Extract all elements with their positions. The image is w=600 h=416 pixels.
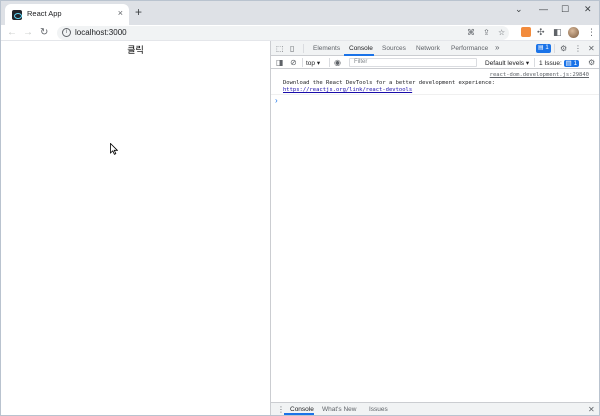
drawer-tab-console[interactable]: Console <box>290 406 314 413</box>
translate-icon[interactable]: ⌘ <box>467 28 475 37</box>
issues-counter[interactable]: 1 Issue: ▤ 1 <box>539 59 580 67</box>
tab-strip: React App × + ⌄ — ☐ ✕ <box>1 1 599 25</box>
forward-icon[interactable]: → <box>23 27 33 39</box>
menu-kebab-icon[interactable]: ⋮ <box>587 27 596 38</box>
page-viewport: 클릭 <box>1 41 270 415</box>
console-prompt-icon[interactable]: › <box>275 96 278 105</box>
browser-toolbar: ← → ↻ i localhost:3000 ⌘ ⇪ ☆ ✣ ◧ ⋮ <box>1 25 599 41</box>
clear-console-icon[interactable]: ⊘ <box>290 58 297 67</box>
dropdown-arrow-icon: ▾ <box>316 60 321 67</box>
filter-placeholder: Filter <box>354 59 368 65</box>
drawer-tab-issues[interactable]: Issues <box>369 406 388 413</box>
divider <box>302 58 303 67</box>
console-message: Download the React DevTools for a better… <box>283 80 591 94</box>
extension-icon[interactable] <box>521 27 531 37</box>
drawer-tab-whats-new[interactable]: What's New <box>322 406 356 413</box>
issues-badge: ▤ 1 <box>563 60 580 67</box>
click-text[interactable]: 클릭 <box>1 43 270 56</box>
reload-icon[interactable]: ↻ <box>40 27 48 39</box>
levels-label: Default levels <box>485 60 525 67</box>
divider <box>534 58 535 67</box>
live-expression-eye-icon[interactable]: ◉ <box>334 58 341 67</box>
context-selector[interactable]: top ▾ <box>306 59 320 67</box>
filter-input[interactable]: Filter <box>349 58 477 67</box>
message-divider <box>271 94 599 95</box>
devtools-tabbar: ⬚ ▯ Elements Console Sources Network Per… <box>271 41 599 56</box>
tab-sources[interactable]: Sources <box>382 45 406 52</box>
issues-count: 1 <box>573 60 578 67</box>
profile-avatar[interactable] <box>568 27 579 38</box>
tab-performance[interactable]: Performance <box>451 45 488 52</box>
back-icon[interactable]: ← <box>7 27 17 39</box>
active-drawer-tab-indicator <box>284 413 314 415</box>
url-text: localhost:3000 <box>75 28 127 37</box>
tab-elements[interactable]: Elements <box>313 45 340 52</box>
messages-badge[interactable]: ▤ 1 <box>536 44 551 53</box>
extensions-puzzle-icon[interactable]: ✣ <box>537 27 545 38</box>
browser-tab[interactable]: React App × <box>5 4 129 25</box>
tab-search-icon[interactable]: ⌄ <box>515 4 523 15</box>
devtools-link[interactable]: https://reactjs.org/link/react-devtools <box>283 87 412 93</box>
tab-title: React App <box>27 9 62 18</box>
devtools-menu-icon[interactable]: ⋮ <box>574 44 582 53</box>
address-bar[interactable]: i localhost:3000 ⌘ ⇪ ☆ <box>57 26 509 40</box>
messages-count: 1 <box>545 45 549 51</box>
tab-console[interactable]: Console <box>349 45 373 52</box>
tab-close-icon[interactable]: × <box>118 8 123 18</box>
maximize-button[interactable]: ☐ <box>561 4 569 15</box>
minimize-button[interactable]: — <box>539 4 548 14</box>
settings-gear-icon[interactable]: ⚙ <box>560 44 567 53</box>
divider <box>303 44 304 53</box>
devtools-panel: ⬚ ▯ Elements Console Sources Network Per… <box>270 41 599 415</box>
dropdown-arrow-icon: ▾ <box>525 60 530 67</box>
inspect-element-icon[interactable]: ⬚ <box>276 44 284 53</box>
device-toolbar-icon[interactable]: ▯ <box>290 44 294 53</box>
bookmark-star-icon[interactable]: ☆ <box>498 28 505 37</box>
close-drawer-icon[interactable]: ✕ <box>588 405 595 414</box>
react-favicon-icon <box>12 10 22 20</box>
site-info-icon[interactable]: i <box>62 28 71 37</box>
divider <box>554 44 555 53</box>
close-devtools-icon[interactable]: ✕ <box>588 44 595 53</box>
issues-label: 1 Issue: <box>539 60 562 67</box>
close-window-button[interactable]: ✕ <box>584 4 592 15</box>
source-link[interactable]: react-dom.development.js:29840 <box>490 72 589 78</box>
message-icon: ▤ <box>565 60 574 67</box>
devtools-drawer: ⋮ Console What's New Issues ✕ <box>271 402 599 415</box>
log-levels-dropdown[interactable]: Default levels ▾ <box>485 59 529 67</box>
sidebar-toggle-icon[interactable]: ◨ <box>276 58 284 67</box>
message-text: Download the React DevTools for a better… <box>283 80 495 86</box>
side-panel-icon[interactable]: ◧ <box>553 27 562 38</box>
console-toolbar: ◨ ⊘ top ▾ ◉ Filter Default levels ▾ 1 Is… <box>271 56 599 69</box>
browser-window: React App × + ⌄ — ☐ ✕ ← → ↻ i localhost:… <box>0 0 600 416</box>
mouse-cursor-icon <box>110 143 118 155</box>
console-settings-gear-icon[interactable]: ⚙ <box>588 58 595 67</box>
new-tab-button[interactable]: + <box>135 6 142 18</box>
share-icon[interactable]: ⇪ <box>483 28 490 37</box>
divider <box>329 58 330 67</box>
context-label: top <box>306 60 316 67</box>
tab-network[interactable]: Network <box>416 45 440 52</box>
more-tabs-icon[interactable]: » <box>495 43 499 52</box>
